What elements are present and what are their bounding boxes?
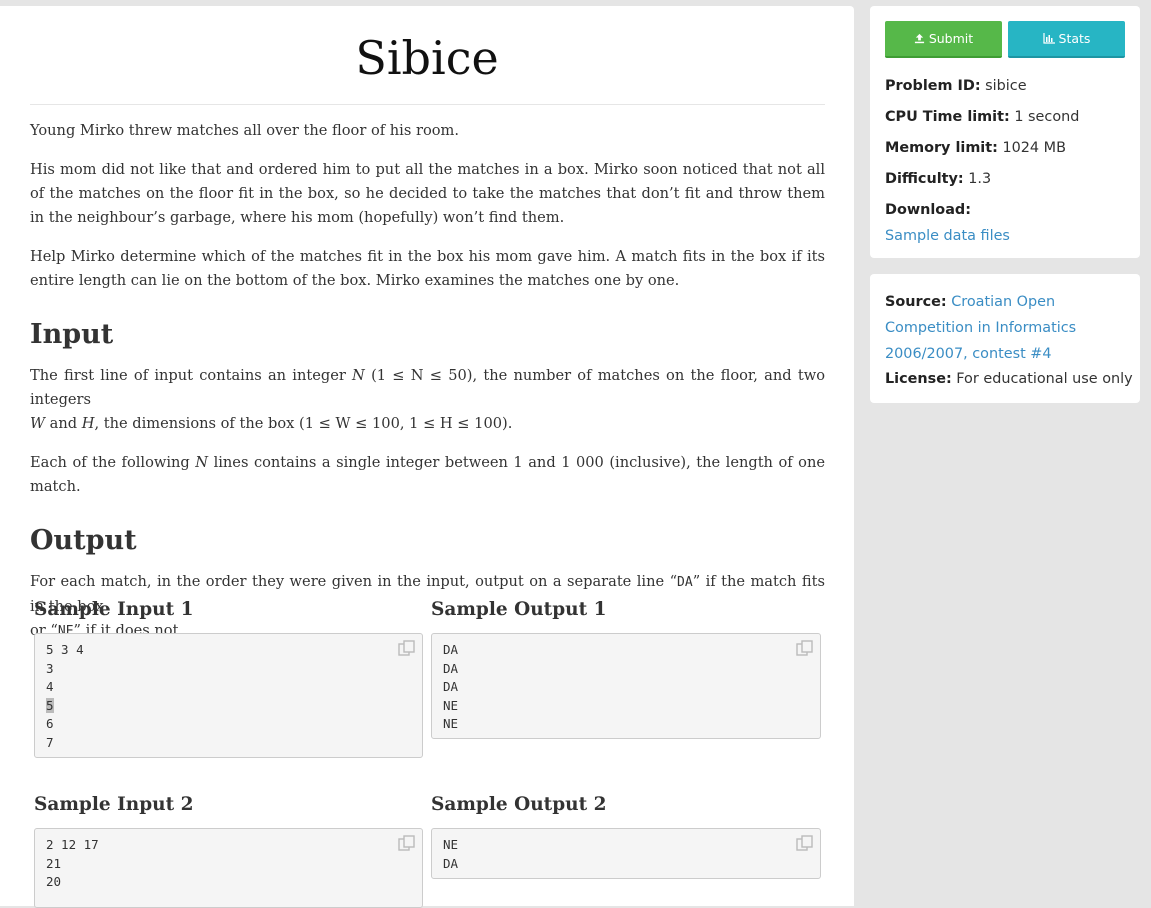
- input-text: .: [507, 415, 513, 432]
- memory-limit-row: Memory limit: 1024 MB: [885, 140, 1066, 156]
- math-var: H: [81, 415, 95, 432]
- problem-title: Sibice: [355, 31, 499, 85]
- sample-output-2-box[interactable]: NE DA: [431, 828, 821, 879]
- sample-output-1-title: Sample Output 1: [431, 599, 607, 620]
- copy-icon[interactable]: [398, 640, 416, 656]
- input-text: , the dimensions of the box: [94, 415, 300, 432]
- difficulty-row: Difficulty: 1.3: [885, 171, 991, 187]
- sample-line: 21: [46, 855, 62, 871]
- input-heading: Input: [30, 319, 114, 350]
- math-var: N: [195, 454, 209, 471]
- title-divider: [30, 104, 825, 105]
- output-heading: Output: [30, 525, 137, 556]
- sample-line: DA: [443, 660, 459, 676]
- bar-chart-icon: [1042, 33, 1055, 44]
- sample-line: DA: [443, 679, 459, 694]
- license-row: License: For educational use only: [885, 371, 1133, 387]
- math-number: 1 000: [561, 454, 604, 471]
- difficulty-value: 1.3: [968, 171, 992, 187]
- meta-label: Memory limit:: [885, 140, 998, 156]
- source-link-line: Croatian Open: [951, 294, 1056, 310]
- problem-id-value: sibice: [985, 78, 1027, 94]
- source-link-line: Competition in Informatics: [885, 320, 1077, 336]
- memory-limit-value: 1024 MB: [1002, 140, 1066, 156]
- sample-line: 5: [46, 697, 422, 716]
- input-text: and: [45, 415, 82, 432]
- sample-line: DA: [443, 855, 459, 871]
- problem-info-card: Submit Stats Problem ID: sibice CPU Time…: [870, 6, 1140, 258]
- sample-input-2-title: Sample Input 2: [34, 794, 194, 815]
- sample-output-1-box[interactable]: DA DA DA NE NE: [431, 633, 821, 739]
- submit-button[interactable]: Submit: [885, 21, 1002, 58]
- input-text: lines contains a single integer between: [208, 454, 514, 471]
- input-paragraph-1: The first line of input contains an inte…: [30, 364, 825, 436]
- output-text: For each match, in the order they were g…: [30, 573, 678, 590]
- math-number: 1: [513, 454, 523, 471]
- math-var: W: [30, 415, 45, 432]
- copy-icon[interactable]: [398, 835, 416, 851]
- math-range: (1 ≤ W ≤ 100, 1 ≤ H ≤ 100): [299, 415, 508, 432]
- sample-line: 20: [46, 874, 62, 889]
- meta-label: Download:: [885, 202, 971, 218]
- meta-label: Problem ID:: [885, 78, 981, 94]
- input-text: The first line of input contains an inte…: [30, 367, 353, 384]
- sample-input-2-box[interactable]: 2 12 17 21 20: [34, 828, 423, 908]
- meta-label: Source:: [885, 294, 947, 310]
- source-link-line: 2006/2007, contest #4: [885, 346, 1052, 362]
- sample-line: NE: [443, 837, 459, 852]
- sample-line: 4: [46, 679, 54, 694]
- math-range: (1 ≤ N ≤ 50): [371, 367, 473, 384]
- download-row: Download:: [885, 202, 971, 218]
- sample-input-1-title: Sample Input 1: [34, 599, 194, 620]
- problem-panel: Sibice Young Mirko threw matches all ove…: [0, 6, 854, 908]
- task-paragraph: Help Mirko determine which of the matche…: [30, 248, 825, 289]
- sample-output-2-title: Sample Output 2: [431, 794, 607, 815]
- intro-paragraph: Young Mirko threw matches all over the f…: [30, 122, 459, 139]
- sample-line: 3: [46, 660, 54, 676]
- story-paragraph: His mom did not like that and ordered hi…: [30, 161, 825, 226]
- problem-id-row: Problem ID: sibice: [885, 78, 1027, 94]
- license-value: For educational use only: [956, 371, 1133, 387]
- input-text: and: [522, 454, 562, 471]
- sample-line: 7: [46, 734, 54, 750]
- cpu-limit-row: CPU Time limit: 1 second: [885, 109, 1079, 125]
- sample-line: 2 12 17: [46, 837, 99, 852]
- code-da: DA: [677, 575, 693, 590]
- sample-line: DA: [443, 642, 459, 657]
- source-row: Source: Croatian Open Competition in Info…: [885, 289, 1076, 367]
- math-var: N: [352, 367, 365, 384]
- cpu-limit-value: 1 second: [1014, 109, 1080, 125]
- meta-label: License:: [885, 371, 952, 387]
- copy-icon[interactable]: [796, 640, 814, 656]
- sample-input-1-box[interactable]: 5 3 4 3 4 5 6 7: [34, 633, 423, 758]
- sample-data-link[interactable]: Sample data files: [885, 228, 1010, 244]
- submit-label: Submit: [928, 31, 974, 46]
- source-card: Source: Croatian Open Competition in Info…: [870, 274, 1140, 403]
- selected-text: 5: [46, 697, 54, 713]
- copy-icon[interactable]: [796, 835, 814, 851]
- stats-button[interactable]: Stats: [1008, 21, 1125, 58]
- upload-icon: [914, 33, 924, 44]
- sample-line: 6: [46, 716, 54, 731]
- sample-line: NE: [443, 716, 459, 731]
- meta-label: CPU Time limit:: [885, 109, 1010, 125]
- meta-label: Difficulty:: [885, 171, 964, 187]
- stats-label: Stats: [1058, 31, 1091, 46]
- download-link-row: Sample data files: [885, 228, 1010, 244]
- sample-line: NE: [443, 697, 459, 713]
- sample-line: 5 3 4: [46, 642, 84, 657]
- input-text: Each of the following: [30, 454, 196, 471]
- input-paragraph-2: Each of the following N lines contains a…: [30, 451, 825, 499]
